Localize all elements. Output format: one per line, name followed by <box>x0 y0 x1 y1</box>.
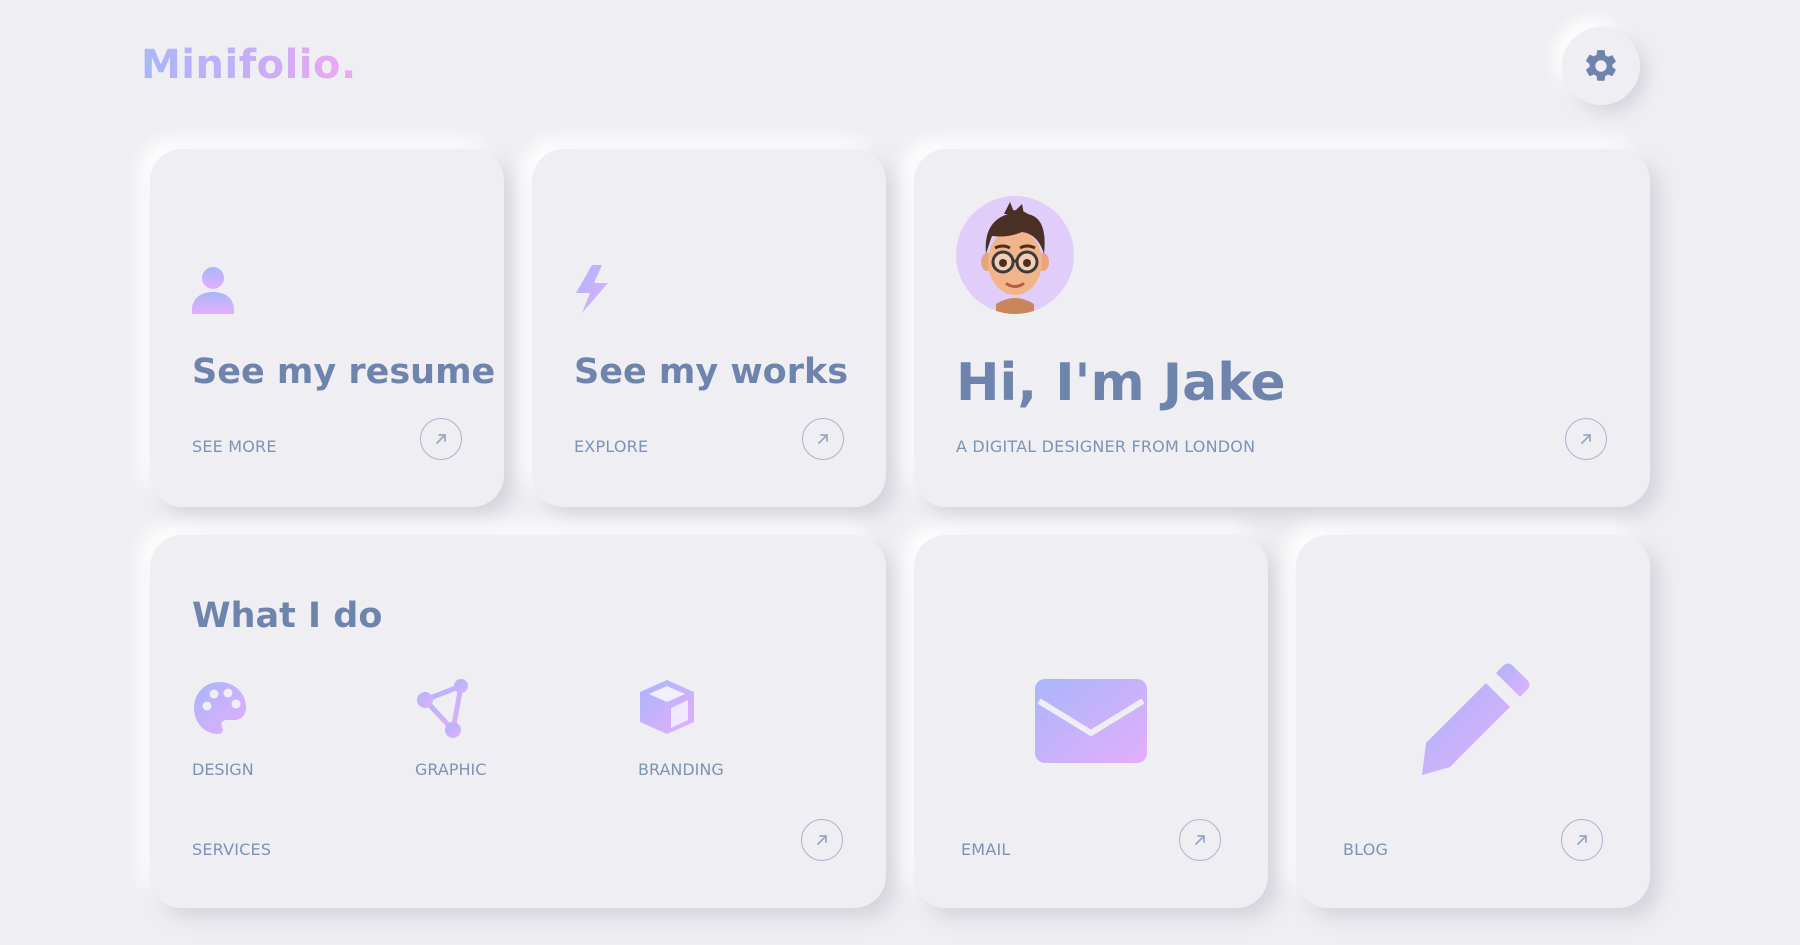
logo[interactable]: Minifolio. <box>141 42 357 88</box>
gear-icon <box>1586 50 1616 81</box>
envelope-icon <box>1035 679 1147 763</box>
service-graphic-label: GRAPHIC <box>415 760 487 779</box>
arrow-up-right-icon <box>818 434 828 444</box>
service-design-label: DESIGN <box>192 760 254 779</box>
services-subtitle: SERVICES <box>192 840 272 859</box>
services-card[interactable]: What I do DESIGN GRAPHIC BRANDING SERVIC… <box>150 535 886 908</box>
resume-arrow-button[interactable] <box>420 418 462 460</box>
works-arrow-button[interactable] <box>802 418 844 460</box>
pencil-icon <box>1422 663 1530 775</box>
services-title: What I do <box>192 596 383 636</box>
arrow-up-right-icon <box>1577 835 1587 845</box>
email-card[interactable]: EMAIL <box>914 535 1268 908</box>
arrow-up-right-icon <box>817 835 827 845</box>
works-card[interactable]: See my works EXPLORE <box>532 149 886 507</box>
settings-button[interactable] <box>1562 27 1640 105</box>
user-icon <box>192 267 234 314</box>
resume-card[interactable]: See my resume SEE MORE <box>150 149 504 507</box>
blog-card[interactable]: BLOG <box>1296 535 1650 908</box>
memoji-avatar-icon <box>981 202 1049 314</box>
palette-icon <box>194 682 246 734</box>
intro-subtitle: A DIGITAL DESIGNER FROM LONDON <box>956 437 1256 456</box>
portfolio-page: Minifolio. See my resume SEE MORE See my… <box>0 0 1800 945</box>
blog-arrow-button[interactable] <box>1561 819 1603 861</box>
services-arrow-button[interactable] <box>801 819 843 861</box>
arrow-up-right-icon <box>1581 434 1591 444</box>
arrow-up-right-icon <box>1195 835 1205 845</box>
intro-title: Hi, I'm Jake <box>956 353 1286 413</box>
intro-card[interactable]: Hi, I'm Jake A DIGITAL DESIGNER FROM LON… <box>914 149 1650 507</box>
resume-subtitle: SEE MORE <box>192 437 277 456</box>
arrow-up-right-icon <box>436 434 446 444</box>
avatar <box>956 196 1074 314</box>
lightning-icon <box>576 265 608 313</box>
intro-arrow-button[interactable] <box>1565 418 1607 460</box>
email-arrow-button[interactable] <box>1179 819 1221 861</box>
works-title: See my works <box>574 352 849 392</box>
vector-nodes-icon <box>417 679 468 738</box>
service-branding-label: BRANDING <box>638 760 724 779</box>
resume-title: See my resume <box>192 352 496 392</box>
blog-subtitle: BLOG <box>1343 840 1389 859</box>
works-subtitle: EXPLORE <box>574 437 649 456</box>
email-subtitle: EMAIL <box>961 840 1011 859</box>
box-icon <box>640 680 694 734</box>
